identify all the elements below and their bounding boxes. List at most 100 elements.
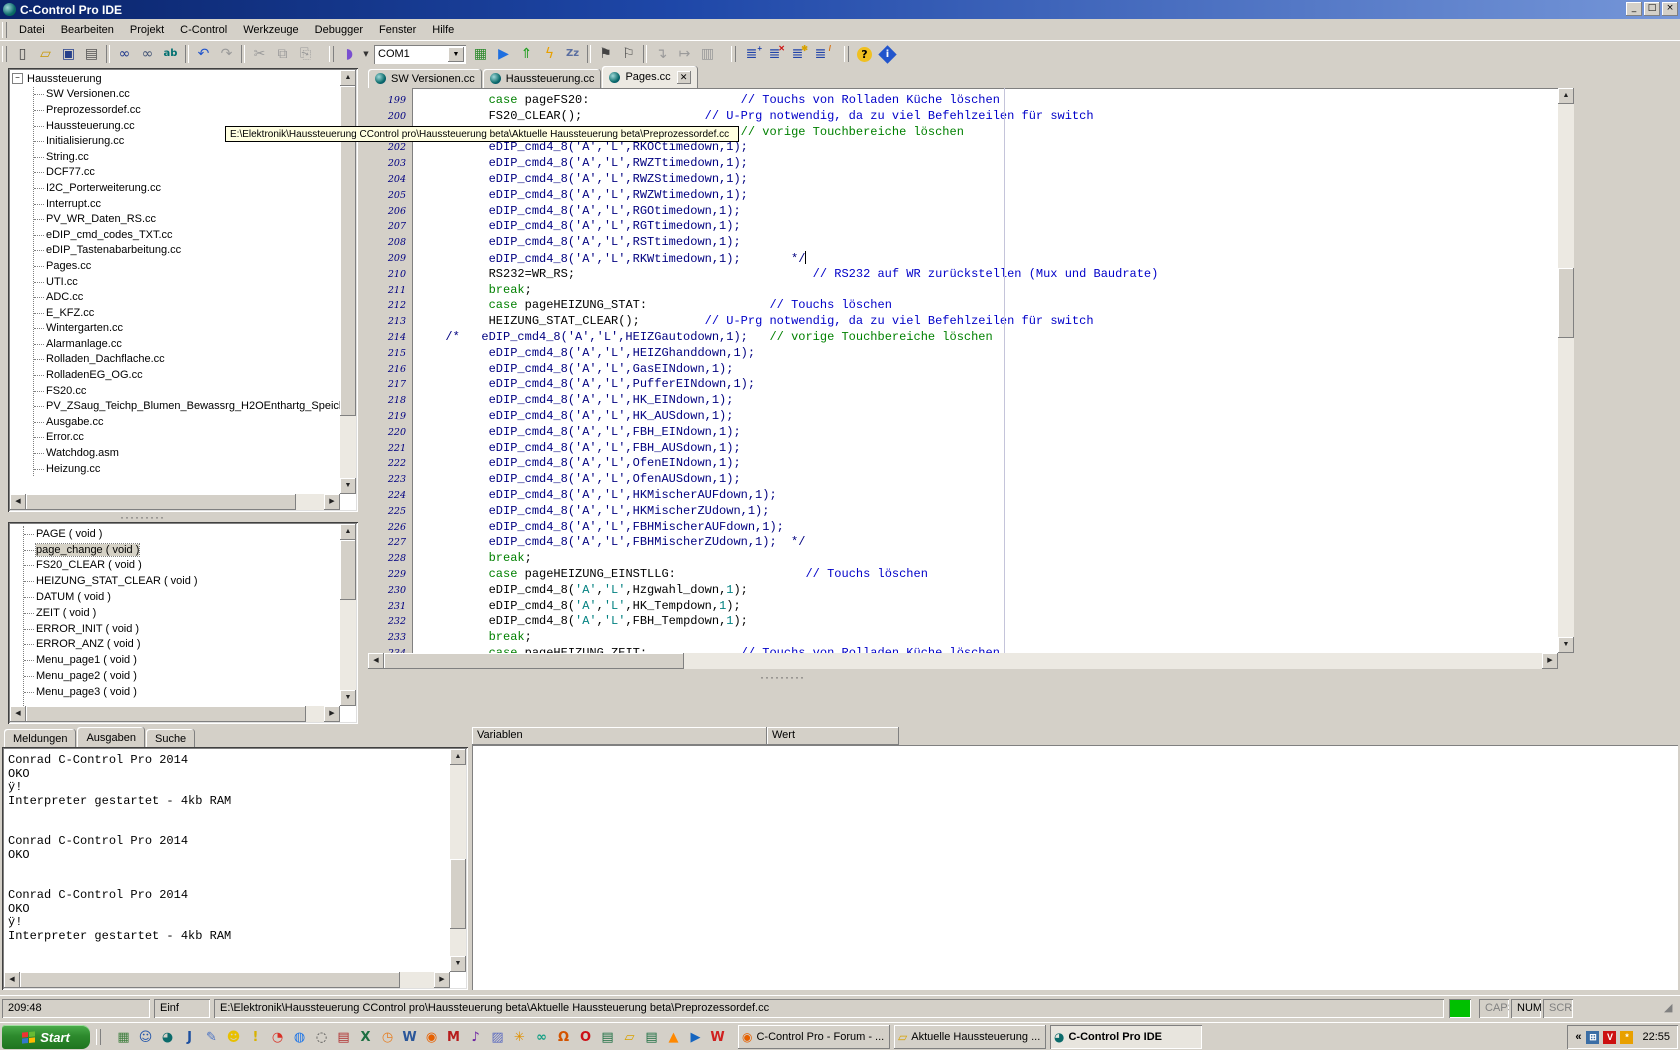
- editor-hscrollbar[interactable]: ◀ ▶: [368, 653, 1558, 669]
- firefox-icon[interactable]: ◉: [423, 1029, 440, 1046]
- connect-dropdown-icon[interactable]: ▼: [361, 43, 371, 65]
- step-over-icon[interactable]: ↦: [673, 43, 696, 65]
- tree-item[interactable]: E_KFZ.cc: [34, 305, 340, 321]
- tray-network-icon[interactable]: ⊞: [1586, 1031, 1599, 1044]
- task-ccontrol-ide[interactable]: ◕C-Control Pro IDE: [1050, 1025, 1202, 1049]
- minimize-button[interactable]: _: [1626, 2, 1642, 16]
- function-list-item[interactable]: page_change ( void ): [24, 542, 340, 558]
- open-folder-icon[interactable]: ▱: [34, 43, 57, 65]
- taskbar-clock[interactable]: 22:55: [1642, 1031, 1670, 1043]
- undo-icon[interactable]: ↶: [192, 43, 215, 65]
- tree-item[interactable]: SW Versionen.cc: [34, 87, 340, 103]
- tree-item[interactable]: eDIP_cmd_codes_TXT.cc: [34, 227, 340, 243]
- replace-icon[interactable]: ab: [159, 43, 182, 65]
- breakpoint-set-icon[interactable]: ⚑: [594, 43, 617, 65]
- tree-item[interactable]: Error.cc: [34, 430, 340, 446]
- settings-icon[interactable]: ✳: [511, 1029, 528, 1046]
- function-list-item[interactable]: DATUM ( void ): [24, 589, 340, 605]
- function-vscrollbar[interactable]: ▲ ▼: [340, 524, 356, 706]
- tree-item[interactable]: PV_WR_Daten_RS.cc: [34, 211, 340, 227]
- tree-item[interactable]: Wintergarten.cc: [34, 321, 340, 337]
- tree-item[interactable]: eDIP_Tastenabarbeitung.cc: [34, 243, 340, 259]
- photos-icon[interactable]: ▨: [489, 1029, 506, 1046]
- console-scroll-down-icon[interactable]: ▼: [450, 956, 466, 972]
- vlc-icon[interactable]: ▲: [665, 1029, 682, 1046]
- tree-item[interactable]: Pages.cc: [34, 258, 340, 274]
- ccontrol-icon[interactable]: ◕: [159, 1029, 176, 1046]
- sleep-icon[interactable]: Zz: [561, 43, 584, 65]
- flash-icon[interactable]: ϟ: [538, 43, 561, 65]
- find-icon[interactable]: ∞: [113, 43, 136, 65]
- menubar-grip[interactable]: [2, 22, 7, 38]
- run-icon[interactable]: ▶: [492, 43, 515, 65]
- com-port-select[interactable]: COM1▼: [374, 45, 466, 64]
- function-list-item[interactable]: ZEIT ( void ): [24, 605, 340, 621]
- function-scroll-right-icon[interactable]: ▶: [324, 706, 340, 722]
- watch-column-wert[interactable]: Wert: [767, 727, 899, 745]
- editor-scroll-down-icon[interactable]: ▼: [1558, 637, 1574, 653]
- watch-body[interactable]: [472, 745, 1678, 990]
- task-firefox-forum[interactable]: ◉C-Control Pro - Forum - ...: [738, 1025, 890, 1049]
- tree-root[interactable]: −Haussteuerung: [12, 71, 340, 87]
- save-icon[interactable]: ▣: [57, 43, 80, 65]
- jb-icon[interactable]: J: [181, 1029, 198, 1046]
- task-explorer-folder[interactable]: ▱Aktuelle Haussteuerung ...: [894, 1025, 1046, 1049]
- tree-item[interactable]: RolladenEG_OG.cc: [34, 367, 340, 383]
- tree-item[interactable]: FS20.cc: [34, 383, 340, 399]
- editor-vscrollbar[interactable]: ▲ ▼: [1558, 88, 1574, 653]
- tray-update-icon[interactable]: *: [1620, 1031, 1633, 1044]
- function-list-item[interactable]: Menu_page3 ( void ): [24, 684, 340, 700]
- collapse-icon[interactable]: −: [12, 73, 23, 84]
- start-button[interactable]: Start: [2, 1025, 90, 1049]
- editor-tab-pagescc[interactable]: Pages.cc✕: [602, 66, 697, 88]
- project-edit-file-icon[interactable]: ≣/: [809, 43, 832, 65]
- tree-scroll-up-icon[interactable]: ▲: [340, 70, 356, 86]
- function-list-item[interactable]: Menu_page2 ( void ): [24, 668, 340, 684]
- tree-item[interactable]: DCF77.cc: [34, 165, 340, 181]
- editor-scroll-up-icon[interactable]: ▲: [1558, 88, 1574, 104]
- project-remove-file-icon[interactable]: ≣✕: [763, 43, 786, 65]
- new-file-icon[interactable]: ▯: [11, 43, 34, 65]
- tree-scroll-left-icon[interactable]: ◀: [10, 494, 26, 510]
- console-scroll-right-icon[interactable]: ▶: [434, 972, 450, 988]
- write-icon[interactable]: ✎: [203, 1029, 220, 1046]
- toolbar-grip[interactable]: [731, 46, 736, 62]
- tree-item[interactable]: Ausgabe.cc: [34, 414, 340, 430]
- editor-tab-swversionencc[interactable]: SW Versionen.cc: [368, 69, 482, 88]
- player-icon[interactable]: ▶: [687, 1029, 704, 1046]
- audio-icon[interactable]: ♪: [467, 1029, 484, 1046]
- icq-icon[interactable]: ☻: [225, 1029, 242, 1046]
- function-scroll-up-icon[interactable]: ▲: [340, 524, 356, 540]
- copy-icon[interactable]: ⧉: [271, 43, 294, 65]
- editor-scroll-left-icon[interactable]: ◀: [368, 653, 384, 669]
- cut-icon[interactable]: ✂: [248, 43, 271, 65]
- calendar-icon[interactable]: ▤: [335, 1029, 352, 1046]
- tree-item[interactable]: Watchdog.asm: [34, 445, 340, 461]
- tree-item[interactable]: ADC.cc: [34, 289, 340, 305]
- tree-item[interactable]: Alarmanlage.cc: [34, 336, 340, 352]
- function-list-item[interactable]: Menu_page1 ( void ): [24, 652, 340, 668]
- tree-item[interactable]: I2C_Porterweiterung.cc: [34, 180, 340, 196]
- bulb-icon[interactable]: !: [247, 1029, 264, 1046]
- messenger-icon[interactable]: ☺: [137, 1029, 154, 1046]
- tree-item[interactable]: Heizung.cc: [34, 461, 340, 477]
- function-scroll-left-icon[interactable]: ◀: [10, 706, 26, 722]
- lion-icon[interactable]: Ω: [555, 1029, 572, 1046]
- function-list-item[interactable]: FS20_CLEAR ( void ): [24, 558, 340, 574]
- quicklaunch-grip[interactable]: [96, 1029, 101, 1045]
- tray-expand-icon[interactable]: «: [1575, 1031, 1581, 1043]
- menu-item-werkzeuge[interactable]: Werkzeuge: [235, 21, 306, 39]
- close-button[interactable]: ×: [1662, 2, 1678, 16]
- sheet-icon[interactable]: ▤: [599, 1029, 616, 1046]
- output-tab-ausgaben[interactable]: Ausgaben: [77, 727, 145, 748]
- wb-icon[interactable]: W: [709, 1029, 726, 1046]
- clock-icon[interactable]: ◷: [379, 1029, 396, 1046]
- menu-item-debugger[interactable]: Debugger: [307, 21, 371, 39]
- code-editor[interactable]: 199 case pageFS20: // Touchs von Rollade…: [368, 88, 1558, 653]
- connect-icon[interactable]: ◗: [338, 43, 361, 65]
- desktop-icon[interactable]: ▦: [115, 1029, 132, 1046]
- redo-icon[interactable]: ↷: [215, 43, 238, 65]
- help-icon[interactable]: ?: [853, 43, 876, 65]
- tray-antivirus-icon[interactable]: V: [1603, 1031, 1616, 1044]
- resize-grip[interactable]: ◢: [1664, 999, 1680, 1018]
